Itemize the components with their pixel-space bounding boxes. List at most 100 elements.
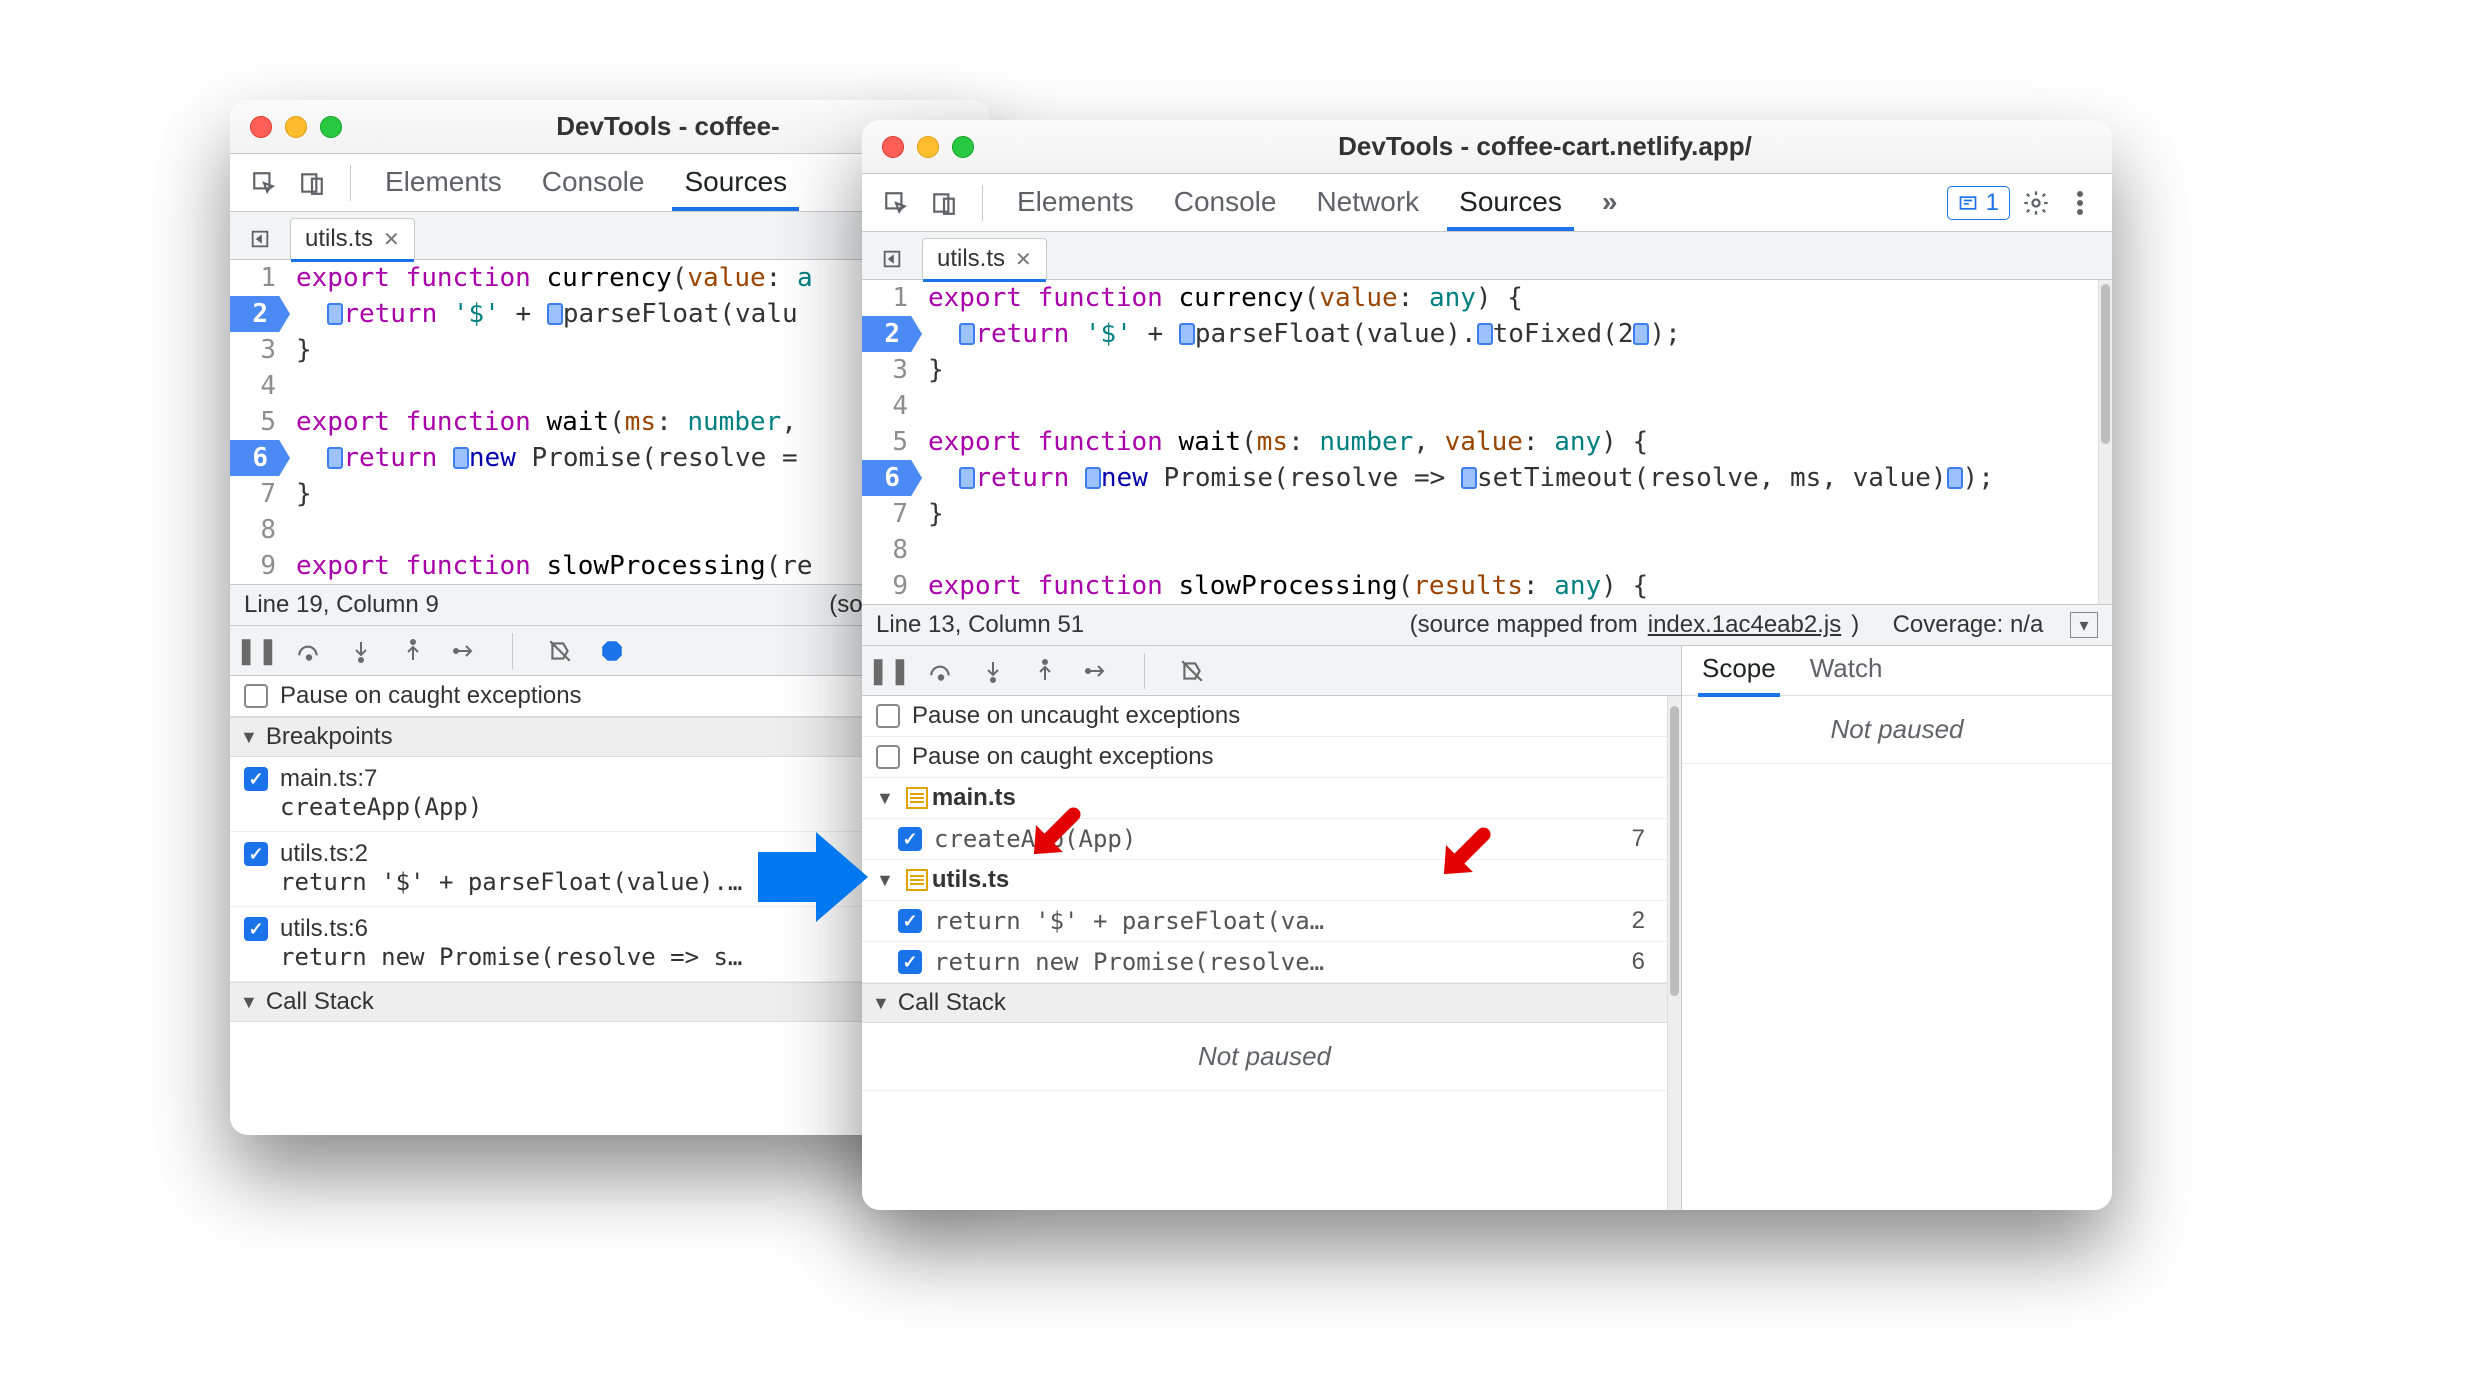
checkbox[interactable] bbox=[876, 704, 900, 728]
tab-console[interactable]: Console bbox=[526, 156, 661, 210]
callstack-header[interactable]: ▼ Call Stack bbox=[862, 983, 1667, 1023]
file-tab-utils[interactable]: utils.ts ✕ bbox=[922, 238, 1047, 279]
pause-on-exceptions-icon[interactable] bbox=[597, 636, 627, 666]
tab-console[interactable]: Console bbox=[1158, 176, 1293, 230]
code-line[interactable]: export function wait(ms: number, value: … bbox=[928, 424, 2098, 460]
step-into-icon[interactable] bbox=[978, 656, 1008, 686]
file-tab-label: utils.ts bbox=[937, 245, 1005, 273]
snippets-icon[interactable] bbox=[240, 219, 280, 259]
gutter-line[interactable]: 9 bbox=[862, 568, 908, 604]
step-over-icon[interactable] bbox=[294, 636, 324, 666]
gutter-line[interactable]: 6 bbox=[862, 460, 922, 496]
code-line[interactable]: export function currency(value: any) { bbox=[928, 280, 2098, 316]
gutter-line[interactable]: 2 bbox=[862, 316, 922, 352]
close-tab-icon[interactable]: ✕ bbox=[1015, 247, 1032, 272]
minimize-icon[interactable] bbox=[917, 136, 939, 158]
separator bbox=[512, 633, 513, 669]
more-panels[interactable]: » bbox=[1586, 176, 1634, 230]
tab-scope[interactable]: Scope bbox=[1698, 645, 1780, 696]
file-tab-utils[interactable]: utils.ts ✕ bbox=[290, 218, 415, 259]
checkbox[interactable] bbox=[898, 909, 922, 933]
gutter-line[interactable]: 3 bbox=[862, 352, 908, 388]
cursor-position: Line 19, Column 9 bbox=[244, 591, 439, 619]
code-editor[interactable]: 123456789 export function currency(value:… bbox=[862, 280, 2098, 604]
source-map-link[interactable]: index.1ac4eab2.js bbox=[1648, 611, 1841, 639]
gutter-line[interactable]: 2 bbox=[230, 296, 290, 332]
step-out-icon[interactable] bbox=[1030, 656, 1060, 686]
code-line[interactable]: export function slowProcessing(results: … bbox=[928, 568, 2098, 604]
pause-icon[interactable]: ❚❚ bbox=[874, 656, 904, 686]
code-line[interactable]: return new Promise(resolve => setTimeout… bbox=[928, 460, 2098, 496]
code-line[interactable] bbox=[928, 532, 2098, 568]
gutter-line[interactable]: 5 bbox=[230, 404, 276, 440]
breakpoint-file-group[interactable]: ▼ utils.ts bbox=[862, 860, 1667, 901]
checkbox[interactable] bbox=[244, 767, 268, 791]
checkbox[interactable] bbox=[898, 827, 922, 851]
gutter-line[interactable]: 4 bbox=[862, 388, 908, 424]
breakpoint-file-group[interactable]: ▼ main.ts bbox=[862, 778, 1667, 819]
code-line[interactable]: } bbox=[928, 496, 2098, 532]
inspect-icon[interactable] bbox=[244, 163, 284, 203]
code-line[interactable]: } bbox=[928, 352, 2098, 388]
close-icon[interactable] bbox=[882, 136, 904, 158]
checkbox[interactable] bbox=[244, 684, 268, 708]
settings-gear-icon[interactable] bbox=[2018, 185, 2054, 221]
inspect-icon[interactable] bbox=[876, 183, 916, 223]
tab-network[interactable]: Network bbox=[1300, 176, 1435, 230]
disclosure-triangle-icon: ▼ bbox=[876, 870, 894, 891]
traffic-lights bbox=[882, 136, 974, 158]
tab-sources[interactable]: Sources bbox=[668, 156, 803, 210]
tab-elements[interactable]: Elements bbox=[1001, 176, 1150, 230]
close-icon[interactable] bbox=[250, 116, 272, 138]
checkbox[interactable] bbox=[898, 950, 922, 974]
zoom-icon[interactable] bbox=[952, 136, 974, 158]
minimize-icon[interactable] bbox=[285, 116, 307, 138]
disclosure-triangle-icon: ▼ bbox=[872, 993, 890, 1014]
deactivate-breakpoints-icon[interactable] bbox=[545, 636, 575, 666]
step-out-icon[interactable] bbox=[398, 636, 428, 666]
breakpoints-scrollbar[interactable] bbox=[1667, 696, 1681, 1210]
gutter-line[interactable]: 5 bbox=[862, 424, 908, 460]
gutter-line[interactable]: 9 bbox=[230, 548, 276, 584]
tab-sources[interactable]: Sources bbox=[1443, 176, 1578, 230]
close-tab-icon[interactable]: ✕ bbox=[383, 227, 400, 252]
deactivate-breakpoints-icon[interactable] bbox=[1177, 656, 1207, 686]
gutter-line[interactable]: 7 bbox=[230, 476, 276, 512]
gutter-line[interactable]: 3 bbox=[230, 332, 276, 368]
pause-on-uncaught-row[interactable]: Pause on uncaught exceptions bbox=[862, 696, 1667, 737]
step-over-icon[interactable] bbox=[926, 656, 956, 686]
gutter-line[interactable]: 8 bbox=[862, 532, 908, 568]
breakpoint-item[interactable]: return '$' + parseFloat(va… 2 bbox=[862, 901, 1667, 942]
device-toggle-icon[interactable] bbox=[924, 183, 964, 223]
editor-scrollbar[interactable] bbox=[2098, 280, 2112, 604]
gutter-line[interactable]: 1 bbox=[230, 260, 276, 296]
breakpoint-item[interactable]: createApp(App) 7 bbox=[862, 819, 1667, 860]
step-icon[interactable] bbox=[450, 636, 480, 666]
issues-badge[interactable]: 1 bbox=[1947, 186, 2010, 220]
kebab-menu-icon[interactable] bbox=[2062, 185, 2098, 221]
device-toggle-icon[interactable] bbox=[292, 163, 332, 203]
tab-elements[interactable]: Elements bbox=[369, 156, 518, 210]
breakpoint-item[interactable]: return new Promise(resolve… 6 bbox=[862, 942, 1667, 983]
gutter-line[interactable]: 1 bbox=[862, 280, 908, 316]
gutter-line[interactable]: 7 bbox=[862, 496, 908, 532]
callstack-label: Call Stack bbox=[898, 989, 1006, 1017]
annotation-blue-arrow-icon bbox=[758, 832, 868, 922]
gutter-line[interactable]: 6 bbox=[230, 440, 290, 476]
titlebar[interactable]: DevTools - coffee-cart.netlify.app/ bbox=[862, 120, 2112, 174]
pause-icon[interactable]: ❚❚ bbox=[242, 636, 272, 666]
code-line[interactable]: return '$' + parseFloat(value).toFixed(2… bbox=[928, 316, 2098, 352]
coverage-dropdown-icon[interactable]: ▾ bbox=[2070, 612, 2098, 638]
gutter-line[interactable]: 4 bbox=[230, 368, 276, 404]
checkbox[interactable] bbox=[244, 842, 268, 866]
gutter-line[interactable]: 8 bbox=[230, 512, 276, 548]
checkbox[interactable] bbox=[876, 745, 900, 769]
checkbox[interactable] bbox=[244, 917, 268, 941]
pause-on-caught-row[interactable]: Pause on caught exceptions bbox=[862, 737, 1667, 778]
zoom-icon[interactable] bbox=[320, 116, 342, 138]
code-line[interactable] bbox=[928, 388, 2098, 424]
tab-watch[interactable]: Watch bbox=[1806, 645, 1887, 696]
step-into-icon[interactable] bbox=[346, 636, 376, 666]
snippets-icon[interactable] bbox=[872, 239, 912, 279]
step-icon[interactable] bbox=[1082, 656, 1112, 686]
